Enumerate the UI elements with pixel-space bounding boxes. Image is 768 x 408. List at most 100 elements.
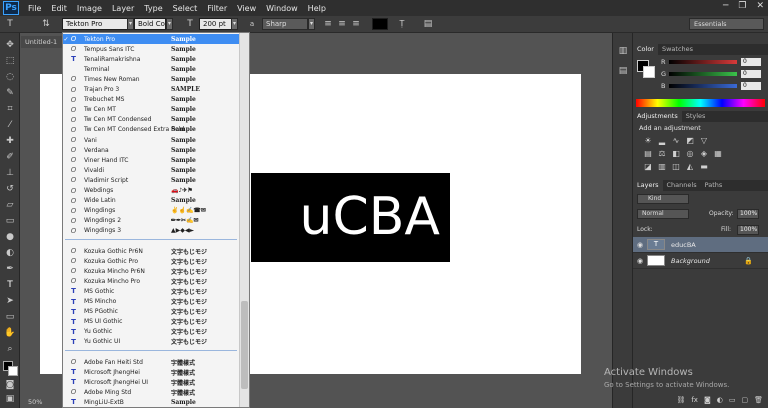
font-option[interactable]: O Tw Cen MT Sample	[63, 105, 239, 115]
font-option[interactable]: T MS Mincho 文字もじモジ	[63, 297, 239, 307]
zoom-tool-icon[interactable]: ⌕	[4, 343, 16, 355]
font-option[interactable]: O Wingdings ✌☝✍☎✉	[63, 206, 239, 216]
font-option[interactable]: T MS PGothic 文字もじモジ	[63, 307, 239, 317]
channel-mixer-icon[interactable]: ◈	[699, 149, 709, 158]
menu-help[interactable]: Help	[303, 4, 331, 13]
tab-adjustments[interactable]: Adjustments	[633, 111, 682, 122]
font-family-field[interactable]: Tekton Pro	[62, 18, 128, 30]
restore-icon[interactable]: ❐	[738, 1, 746, 11]
delete-layer-icon[interactable]: 🗑	[754, 396, 763, 408]
layer-name[interactable]: Background	[671, 257, 710, 265]
font-option[interactable]: O Kozuka Gothic Pr6N 文字もじモジ	[63, 246, 239, 256]
font-option[interactable]: O Wingdings 3 ▲▶◆◀►	[63, 226, 239, 236]
font-family-dropdown-arrow[interactable]: ▾	[127, 18, 134, 30]
font-option[interactable]: O Vani Sample	[63, 135, 239, 145]
vibrance-icon[interactable]: ▽	[699, 136, 709, 145]
tab-channels[interactable]: Channels	[663, 180, 701, 191]
slider-green[interactable]: G 0	[661, 70, 767, 78]
marquee-tool-icon[interactable]: ⬚	[4, 55, 16, 67]
new-group-icon[interactable]: ▭	[729, 396, 736, 408]
font-option[interactable]: O Times New Roman Sample	[63, 74, 239, 84]
path-selection-tool-icon[interactable]: ➤	[4, 295, 16, 307]
exposure-icon[interactable]: ◩	[685, 136, 695, 145]
move-tool-icon[interactable]: ✥	[4, 39, 16, 51]
close-icon[interactable]: ✕	[756, 1, 764, 11]
minimize-icon[interactable]: ─	[723, 1, 728, 11]
layer-row-educba[interactable]: ◉ T educBA	[633, 237, 768, 253]
history-panel-icon[interactable]: ▥	[617, 45, 629, 57]
font-option[interactable]: ✓ O Tekton Pro Sample	[63, 34, 239, 44]
antialias-dropdown-arrow[interactable]: ▾	[308, 18, 315, 30]
blur-tool-icon[interactable]: ●	[4, 231, 16, 243]
font-option[interactable]: T Microsoft JhengHei UI 字體樣式	[63, 377, 239, 387]
menu-select[interactable]: Select	[168, 4, 203, 13]
font-option[interactable]: O Adobe Fan Heiti Std 字體樣式	[63, 357, 239, 367]
posterize-icon[interactable]: ▥	[657, 162, 667, 171]
type-tool-icon[interactable]: T	[4, 279, 16, 291]
font-option[interactable]: T TenaliRamakrishna Sample	[63, 54, 239, 64]
font-option[interactable]: T MingLiU-ExtB Sample	[63, 397, 239, 407]
photo-filter-icon[interactable]: ◎	[685, 149, 695, 158]
gradient-tool-icon[interactable]: ▭	[4, 215, 16, 227]
font-option[interactable]: O Wingdings 2 ✏✒✂✍✉	[63, 216, 239, 226]
slider-red[interactable]: R 0	[661, 58, 767, 66]
visibility-eye-icon[interactable]: ◉	[633, 241, 647, 249]
crop-tool-icon[interactable]: ⌗	[4, 103, 16, 115]
font-option[interactable]: Terminal Sample	[63, 64, 239, 74]
invert-icon[interactable]: ◪	[643, 162, 653, 171]
slider-blue-value[interactable]: 0	[741, 82, 761, 90]
font-style-field[interactable]: Bold Co...	[134, 18, 166, 30]
gradient-map-icon[interactable]: ▬	[699, 162, 709, 171]
character-panel-icon[interactable]: ▤	[422, 18, 434, 30]
hue-saturation-icon[interactable]: ▤	[643, 149, 653, 158]
tab-layers[interactable]: Layers	[633, 180, 663, 191]
brightness-contrast-icon[interactable]: ☀	[643, 136, 653, 145]
menu-edit[interactable]: Edit	[46, 4, 72, 13]
font-option[interactable]: O Kozuka Mincho Pro 文字もじモジ	[63, 276, 239, 286]
align-left-icon[interactable]: ≡	[322, 18, 334, 30]
new-layer-icon[interactable]: ▢	[741, 396, 748, 408]
menu-image[interactable]: Image	[72, 4, 107, 13]
healing-tool-icon[interactable]: ✚	[4, 135, 16, 147]
slider-red-value[interactable]: 0	[741, 58, 761, 66]
font-list-scroll-thumb[interactable]	[241, 301, 248, 389]
align-center-icon[interactable]: ≡	[336, 18, 348, 30]
slider-green-track[interactable]	[669, 72, 737, 76]
menu-window[interactable]: Window	[261, 4, 303, 13]
visibility-eye-icon[interactable]: ◉	[633, 257, 647, 265]
workspace-switcher[interactable]: Essentials	[689, 18, 764, 30]
eyedropper-tool-icon[interactable]: ⁄	[4, 119, 16, 131]
font-option[interactable]: T Yu Gothic 文字もじモジ	[63, 327, 239, 337]
color-spectrum-bar[interactable]	[636, 99, 765, 107]
layer-name[interactable]: educBA	[671, 241, 696, 249]
black-white-icon[interactable]: ◧	[671, 149, 681, 158]
layer-row-background[interactable]: ◉ Background 🔒	[633, 253, 768, 269]
brush-tool-icon[interactable]: ✐	[4, 151, 16, 163]
zoom-level[interactable]: 50%	[28, 398, 42, 406]
slider-blue-track[interactable]	[669, 84, 737, 88]
background-color-swatch[interactable]	[8, 366, 18, 376]
menu-file[interactable]: File	[23, 4, 46, 13]
menu-filter[interactable]: Filter	[202, 4, 232, 13]
font-option[interactable]: O Vivaldi Sample	[63, 165, 239, 175]
shape-tool-icon[interactable]: ▭	[4, 311, 16, 323]
menu-type[interactable]: Type	[139, 4, 167, 13]
font-option[interactable]: O Trajan Pro 3 SAMPLE	[63, 85, 239, 95]
antialias-field[interactable]: Sharp	[262, 18, 308, 30]
font-option[interactable]: O Verdana Sample	[63, 145, 239, 155]
font-size-dropdown-arrow[interactable]: ▾	[231, 18, 238, 30]
text-orientation-icon[interactable]: ⇅	[40, 18, 52, 30]
levels-icon[interactable]: ▂	[657, 136, 667, 145]
font-option[interactable]: T MS Gothic 文字もじモジ	[63, 286, 239, 296]
quick-mask-icon[interactable]: ◙	[4, 379, 16, 391]
history-brush-tool-icon[interactable]: ↺	[4, 183, 16, 195]
pen-tool-icon[interactable]: ✒	[4, 263, 16, 275]
slider-red-track[interactable]	[669, 60, 737, 64]
hand-tool-icon[interactable]: ✋	[4, 327, 16, 339]
font-option[interactable]: O Tw Cen MT Condensed Extra Bold Sample	[63, 125, 239, 135]
dodge-tool-icon[interactable]: ◐	[4, 247, 16, 259]
curves-icon[interactable]: ∿	[671, 136, 681, 145]
blend-mode-select[interactable]: Normal	[637, 209, 689, 219]
font-option[interactable]: O Webdings 🚗♪✈⚑	[63, 186, 239, 196]
document-tab[interactable]: Untitled-1	[21, 36, 63, 48]
